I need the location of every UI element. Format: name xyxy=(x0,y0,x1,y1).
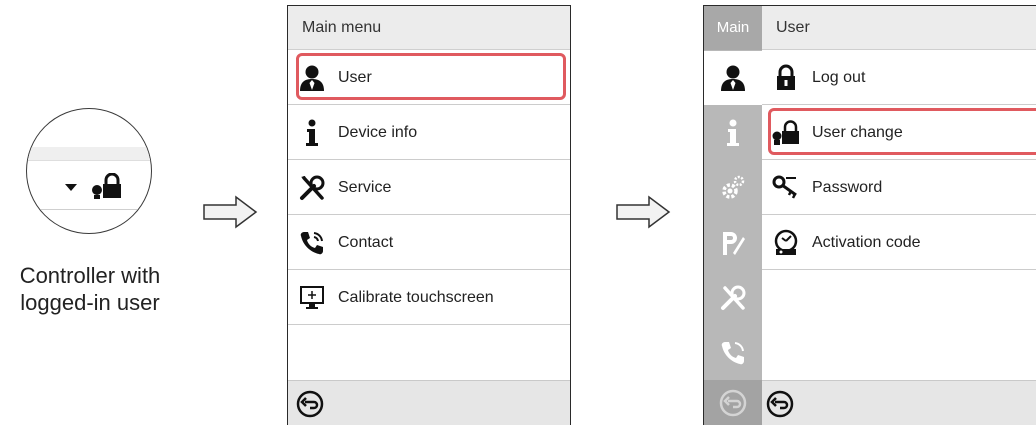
menu-item-password[interactable]: Password xyxy=(762,161,1036,215)
back-icon[interactable] xyxy=(296,390,324,418)
arrow-right-icon xyxy=(616,195,671,229)
back-icon-disabled xyxy=(719,389,747,417)
panel-title: Main menu xyxy=(288,6,570,50)
menu-item-label: Device info xyxy=(338,124,418,141)
menu-item-label: Contact xyxy=(338,234,394,251)
menu-item-label: Activation code xyxy=(812,234,921,251)
menu-item-label: Password xyxy=(812,179,883,196)
tools-icon xyxy=(721,285,746,310)
phone-icon xyxy=(300,232,323,255)
arrow-right-icon xyxy=(203,195,258,229)
program-icon xyxy=(723,232,745,255)
sidebar-item-user[interactable] xyxy=(704,51,762,105)
tools-icon xyxy=(300,175,325,200)
info-icon xyxy=(306,119,318,146)
back-icon[interactable] xyxy=(766,390,794,418)
magnifier-circle xyxy=(26,108,152,234)
phone-icon xyxy=(721,342,744,365)
menu-item-contact[interactable]: Contact xyxy=(288,216,570,270)
menu-item-label: Log out xyxy=(812,69,866,86)
info-icon xyxy=(727,119,739,146)
caption: Controller with logged-in user xyxy=(0,262,180,316)
panel-footer xyxy=(288,380,570,425)
menu-item-calibrate-touchscreen[interactable]: Calibrate touchscreen xyxy=(288,271,570,325)
sidebar-item-service[interactable] xyxy=(704,271,762,325)
lock-icon xyxy=(777,64,795,90)
caption-line-2: logged-in user xyxy=(20,290,160,315)
main-menu-panel: Main menu User Device info Service Conta… xyxy=(287,5,571,425)
menu-item-service[interactable]: Service xyxy=(288,161,570,215)
sidebar-title: Main xyxy=(704,6,762,50)
sidebar-item-program[interactable] xyxy=(704,216,762,270)
sidebar-item-settings[interactable] xyxy=(704,161,762,215)
sidebar-footer xyxy=(704,380,762,425)
menu-item-activation-code[interactable]: Activation code xyxy=(762,216,1036,270)
menu-item-device-info[interactable]: Device info xyxy=(288,106,570,160)
monitor-icon xyxy=(300,286,324,309)
menu-item-label: Service xyxy=(338,179,392,196)
highlight-frame xyxy=(768,108,1036,155)
chevron-down-icon[interactable] xyxy=(65,184,77,191)
key-icon xyxy=(772,175,797,199)
panel-footer xyxy=(762,380,1036,425)
settings-icon xyxy=(722,175,745,199)
highlight-frame xyxy=(296,53,566,100)
lock-user-icon xyxy=(92,173,121,199)
caption-line-1: Controller with xyxy=(19,263,161,288)
activation-icon xyxy=(774,229,798,255)
sidebar-item-contact[interactable] xyxy=(704,326,762,380)
user-icon xyxy=(721,65,745,91)
sidebar-item-info[interactable] xyxy=(704,106,762,160)
sidebar: Main xyxy=(704,6,762,425)
menu-item-log-out[interactable]: Log out xyxy=(762,51,1036,105)
status-bar-zoom xyxy=(27,147,151,161)
menu-item-label: Calibrate touchscreen xyxy=(338,289,494,306)
panel-title: User xyxy=(762,6,1036,50)
user-menu-panel: Main User Log out User change Password A… xyxy=(703,5,1036,425)
